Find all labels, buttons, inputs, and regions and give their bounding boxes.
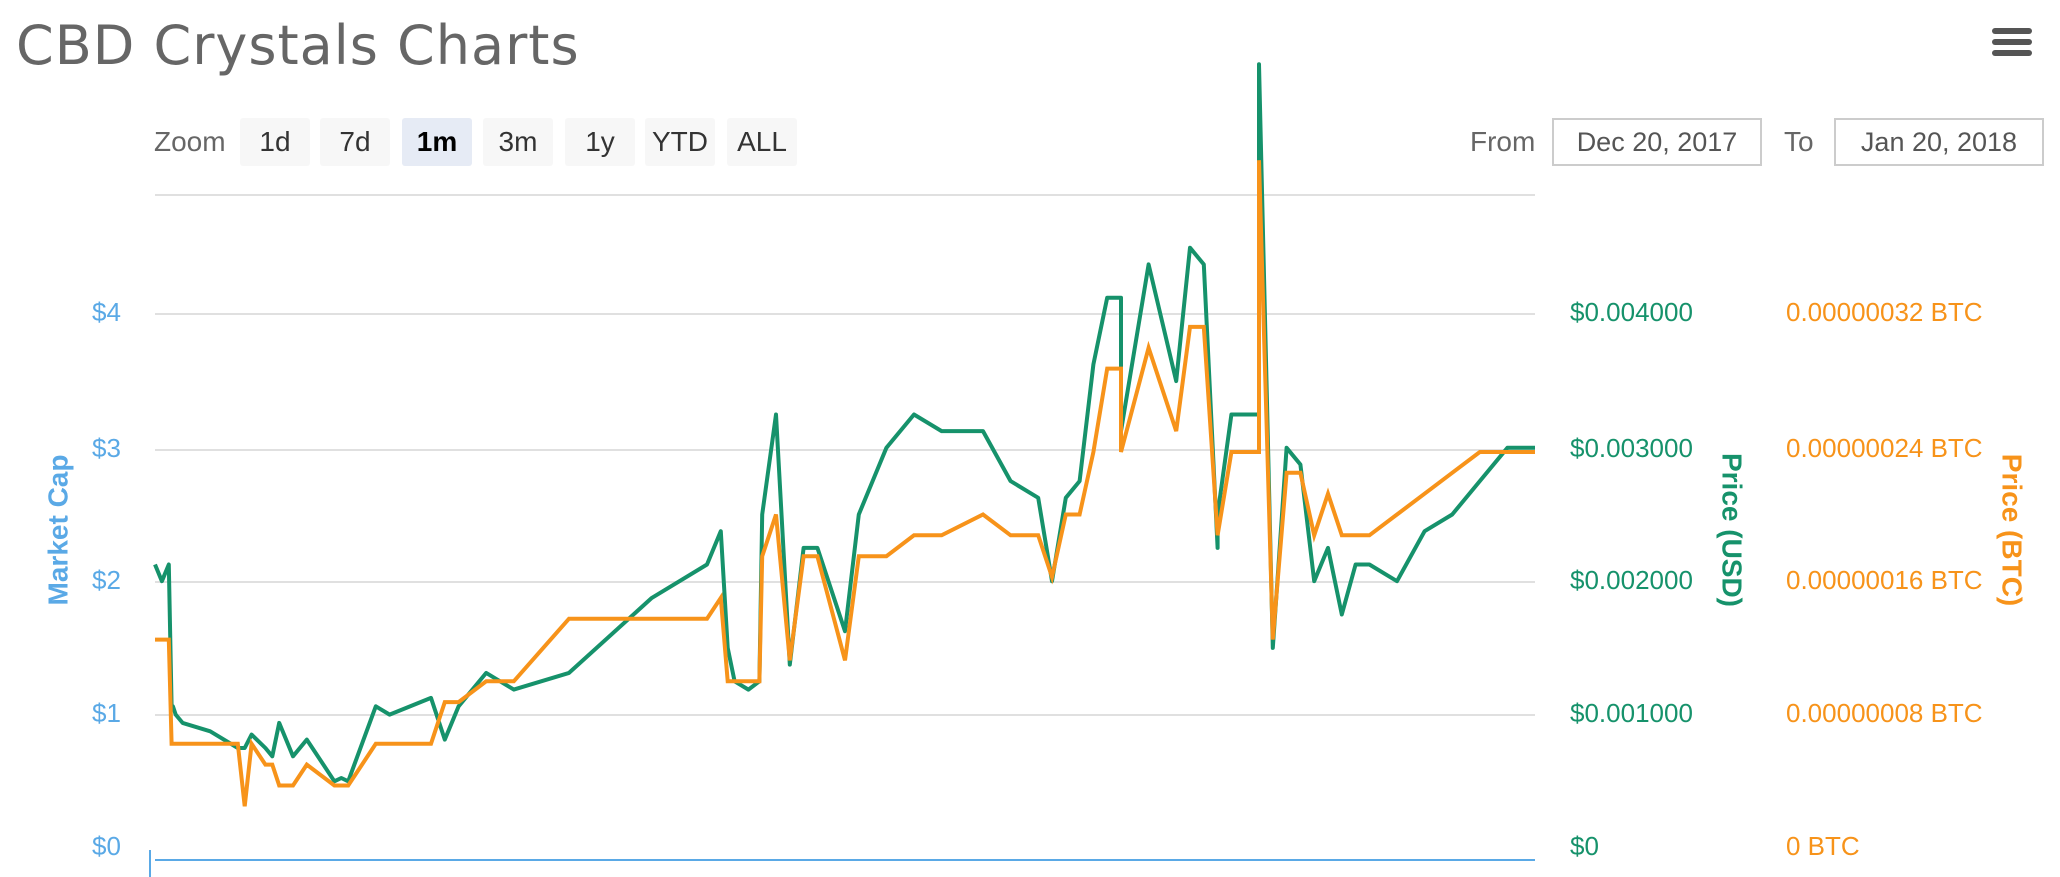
btc-axis-title: Price (BTC) xyxy=(1997,454,2028,606)
left-tick-label: $0 xyxy=(92,831,121,861)
usd-tick-label: $0.004000 xyxy=(1570,297,1693,327)
left-axis-title: Market Cap xyxy=(42,455,73,606)
btc-tick-label: 0.00000032 BTC xyxy=(1786,297,1983,327)
usd-tick-label: $0.003000 xyxy=(1570,433,1693,463)
btc-tick-label: 0 BTC xyxy=(1786,831,1860,861)
btc-tick-label: 0.00000024 BTC xyxy=(1786,433,1983,463)
left-tick-label: $3 xyxy=(92,433,121,463)
series-line-price-usd xyxy=(153,62,1535,784)
left-tick-label: $2 xyxy=(92,565,121,595)
series-line-price-btc xyxy=(155,160,1535,807)
usd-tick-label: $0 xyxy=(1570,831,1599,861)
left-tick-label: $1 xyxy=(92,698,121,728)
price-chart: $0 $1 $2 $3 $4 $0 $0.001000 $0.002000 $0.003000 $… xyxy=(42,62,2028,877)
usd-axis-title: Price (USD) xyxy=(1717,453,1748,607)
usd-tick-label: $0.002000 xyxy=(1570,565,1693,595)
usd-tick-label: $0.001000 xyxy=(1570,698,1693,728)
btc-tick-label: 0.00000008 BTC xyxy=(1786,698,1983,728)
btc-tick-label: 0.00000016 BTC xyxy=(1786,565,1983,595)
left-tick-label: $4 xyxy=(92,297,121,327)
